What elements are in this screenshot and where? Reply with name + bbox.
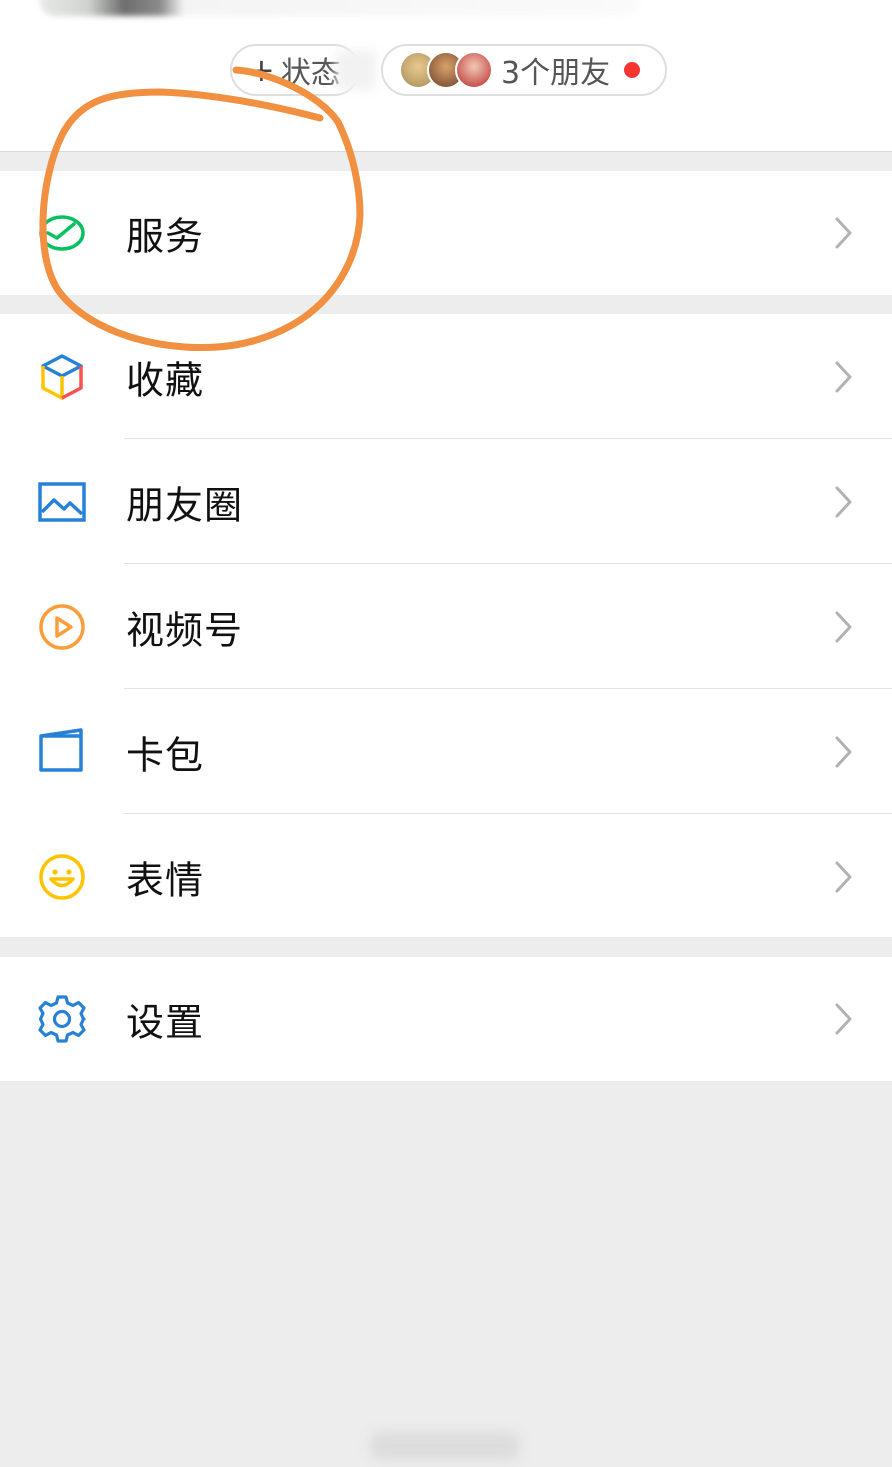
menu-item-label: 朋友圈 [126,483,244,527]
status-label: 状态 [280,56,341,91]
menu-item-label: 收藏 [126,358,205,402]
service-group: 服务 [0,171,892,295]
main-menu-group: 收藏 朋友圈 视频号 卡包 表情 [0,314,892,937]
channels-play-icon [36,601,88,653]
avatar [455,51,493,89]
sticker-smile-icon [36,851,88,903]
menu-item-channels[interactable]: 视频号 [0,564,892,689]
gear-icon [36,993,88,1045]
menu-item-stickers[interactable]: 表情 [0,814,892,939]
blurred-profile-info [40,0,640,16]
chevron-right-icon [835,861,852,892]
friends-status-button[interactable]: 3个朋友 [381,44,667,96]
chevron-right-icon [835,217,852,249]
menu-item-label: 表情 [126,858,205,902]
menu-item-service[interactable]: 服务 [0,171,892,295]
menu-item-label: 服务 [126,214,205,259]
menu-item-card-wallet[interactable]: 卡包 [0,689,892,814]
menu-item-label: 卡包 [126,733,205,777]
card-wallet-icon [36,726,88,778]
moments-image-icon [36,476,88,528]
plus-icon: + [248,51,275,89]
menu-item-moments[interactable]: 朋友圈 [0,439,892,564]
chevron-right-icon [835,361,852,392]
chevron-right-icon [835,736,852,767]
wechat-pay-check-icon [36,207,88,259]
menu-item-label: 设置 [126,1000,205,1045]
chevron-right-icon [835,1003,852,1035]
chevron-right-icon [835,611,852,642]
status-button[interactable]: + 状态 [230,44,376,96]
unread-dot-icon [624,62,641,78]
menu-item-label: 视频号 [126,608,244,652]
blurred-area [370,1432,520,1460]
friends-count-label: 3个朋友 [501,56,611,91]
chevron-right-icon [835,486,852,517]
profile-header: + 状态 3个朋友 [0,0,892,152]
blurred-area [336,50,376,90]
menu-item-settings[interactable]: 设置 [0,957,892,1081]
favorites-cube-icon [36,351,88,403]
menu-item-favorites[interactable]: 收藏 [0,314,892,439]
settings-group: 设置 [0,957,892,1081]
